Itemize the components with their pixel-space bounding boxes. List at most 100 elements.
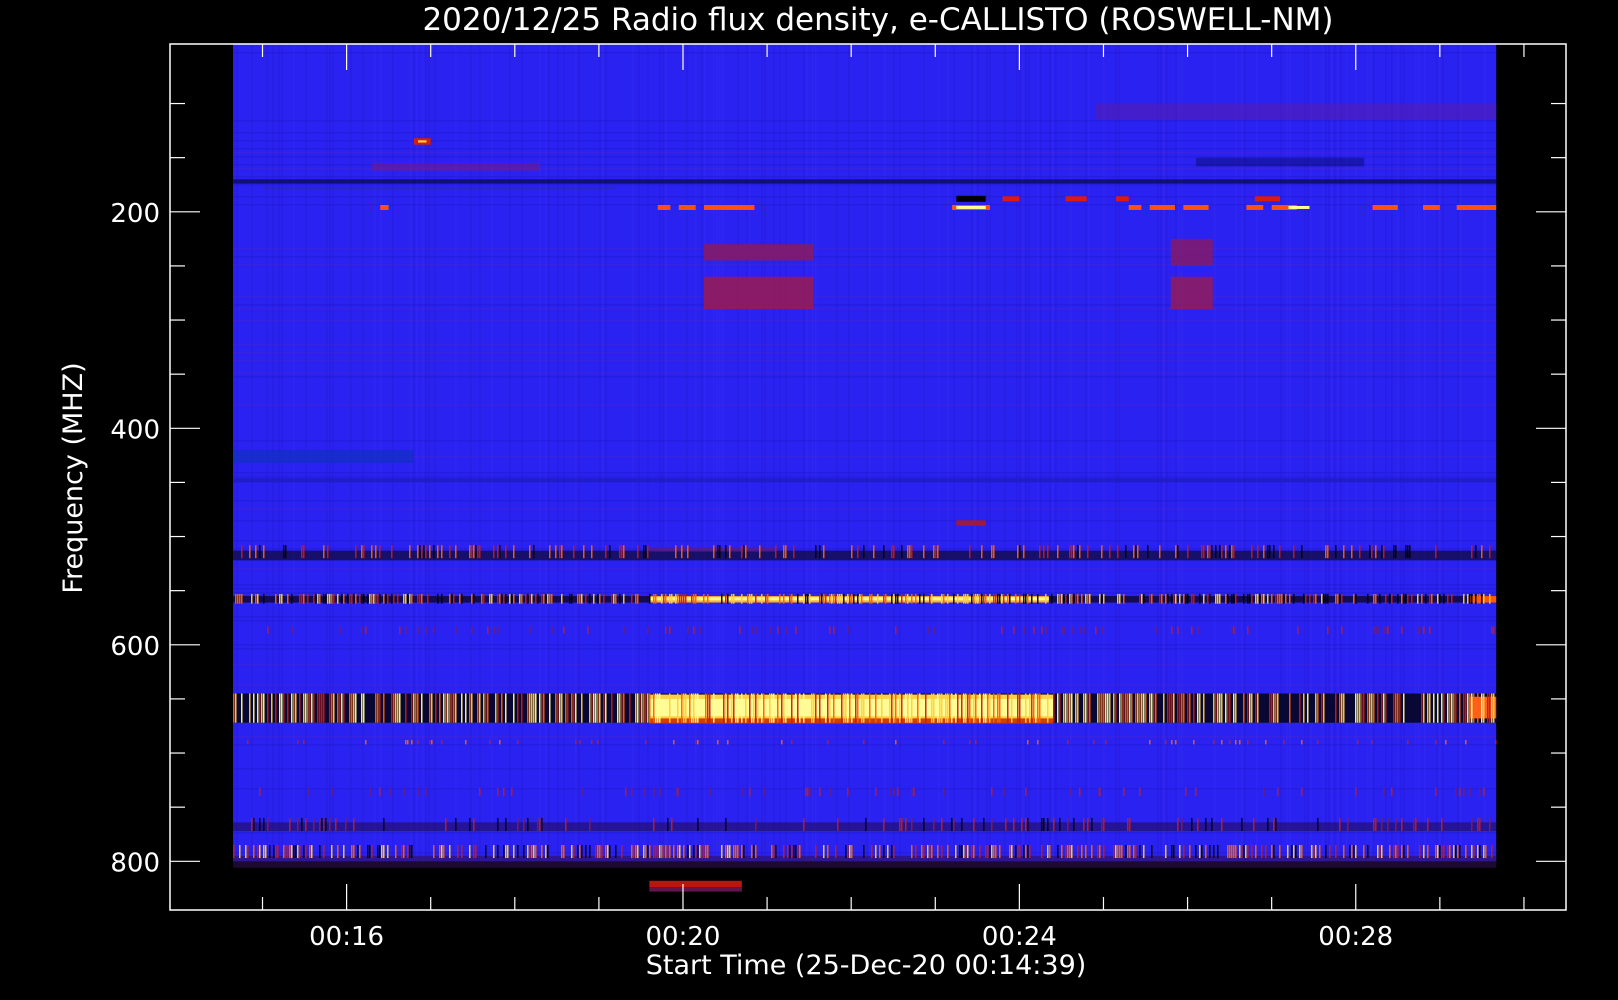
- heatmap-streak: [1023, 545, 1025, 559]
- heatmap-streak: [905, 817, 907, 831]
- heatmap-streak: [697, 817, 699, 831]
- heatmap-texture-column: [923, 44, 925, 862]
- heatmap-streak: [757, 693, 759, 723]
- heatmap-streak: [647, 693, 649, 723]
- heatmap-streak: [539, 817, 541, 831]
- heatmap-streak: [1271, 693, 1273, 723]
- heatmap-streak: [371, 593, 373, 604]
- heatmap-streak: [971, 845, 973, 859]
- heatmap-streak: [1099, 845, 1101, 859]
- heatmap-streak: [1357, 693, 1359, 723]
- heatmap-streak: [405, 593, 407, 604]
- heatmap-streak: [1225, 693, 1227, 723]
- heatmap-streak: [471, 626, 473, 634]
- heatmap-streak: [1209, 593, 1211, 604]
- heatmap-streak: [303, 740, 305, 745]
- heatmap-streak: [281, 693, 283, 723]
- heatmap-streak: [475, 545, 477, 559]
- heatmap-streak: [691, 693, 693, 723]
- heatmap-streak: [737, 845, 739, 859]
- heatmap-streak: [1281, 593, 1283, 604]
- heatmap-streak: [983, 593, 985, 604]
- heatmap-streak: [1373, 593, 1375, 604]
- heatmap-streak: [803, 693, 805, 723]
- heatmap-streak: [819, 693, 821, 723]
- heatmap-texture-column: [1175, 44, 1177, 862]
- heatmap-streak: [411, 845, 413, 859]
- heatmap-streak: [1171, 593, 1173, 604]
- heatmap-streak: [1235, 593, 1237, 604]
- heatmap-streak: [1203, 593, 1205, 604]
- heatmap-streak: [683, 593, 685, 604]
- heatmap-streak: [1183, 593, 1185, 604]
- heatmap-streak: [1437, 593, 1439, 604]
- heatmap-texture-column: [1160, 44, 1162, 862]
- heatmap-streak: [847, 845, 849, 859]
- heatmap-streak: [1467, 693, 1469, 723]
- heatmap-texture-column: [1346, 44, 1348, 862]
- heatmap-streak: [299, 693, 301, 723]
- heatmap-streak: [493, 845, 495, 859]
- heatmap-streak: [731, 593, 733, 604]
- heatmap-layer: [233, 44, 1497, 892]
- heatmap-streak: [487, 693, 489, 723]
- heatmap-streak: [521, 693, 523, 723]
- heatmap-streak: [1315, 693, 1317, 723]
- heatmap-streak: [1149, 693, 1151, 723]
- heatmap-streak: [1123, 693, 1125, 723]
- heatmap-streak: [983, 817, 985, 831]
- heatmap-streak: [743, 845, 745, 859]
- heatmap-streak: [399, 693, 401, 723]
- heatmap-streak: [351, 593, 353, 604]
- heatmap-texture-column: [1457, 44, 1459, 862]
- heatmap-streak: [967, 693, 969, 723]
- heatmap-streak: [441, 845, 443, 859]
- heatmap-streak: [1371, 740, 1373, 745]
- heatmap-texture-column: [1418, 44, 1420, 862]
- heatmap-streak: [513, 545, 515, 559]
- heatmap-streak: [1273, 693, 1275, 723]
- heatmap-streak: [1141, 693, 1143, 723]
- heatmap-streak: [979, 593, 981, 604]
- heatmap-streak: [991, 845, 993, 859]
- y-tick-label: 800: [110, 848, 160, 878]
- heatmap-streak: [499, 740, 501, 745]
- heatmap-streak: [1443, 593, 1445, 604]
- heatmap-streak: [499, 593, 501, 604]
- heatmap-texture-column: [1355, 44, 1357, 862]
- heatmap-texture-column: [803, 44, 805, 862]
- heatmap-streak: [1409, 545, 1411, 559]
- heatmap-streak: [909, 545, 911, 559]
- heatmap-streak: [1151, 693, 1153, 723]
- heatmap-texture-column: [1460, 44, 1462, 862]
- heatmap-streak: [985, 693, 987, 723]
- heatmap-streak: [1057, 845, 1059, 859]
- heatmap-streak: [1069, 787, 1071, 797]
- heatmap-streak: [1257, 693, 1259, 723]
- heatmap-streak: [755, 845, 757, 859]
- heatmap-streak: [1251, 545, 1253, 559]
- heatmap-streak: [729, 845, 731, 859]
- heatmap-streak: [1313, 593, 1315, 604]
- heatmap-streak: [1017, 545, 1019, 559]
- heatmap-streak: [1397, 693, 1399, 723]
- heatmap-streak: [1047, 817, 1049, 831]
- heatmap-streak: [637, 845, 639, 859]
- heatmap-streak: [813, 693, 815, 723]
- heatmap-streak: [397, 693, 399, 723]
- heatmap-streak: [501, 693, 503, 723]
- heatmap-streak: [665, 626, 667, 634]
- heatmap-streak: [1233, 593, 1235, 604]
- heatmap-streak: [1039, 693, 1041, 723]
- heatmap-streak: [913, 787, 915, 797]
- heatmap-streak: [1325, 545, 1327, 559]
- heatmap-streak: [483, 593, 485, 604]
- heatmap-texture-column: [1325, 44, 1327, 862]
- heatmap-streak: [415, 693, 417, 723]
- heatmap-streak: [511, 593, 513, 604]
- heatmap-streak: [1445, 740, 1447, 745]
- heatmap-texture-column: [1322, 44, 1324, 862]
- heatmap-burst: [1002, 196, 1020, 202]
- heatmap-streak: [549, 545, 551, 559]
- heatmap-streak: [1231, 593, 1233, 604]
